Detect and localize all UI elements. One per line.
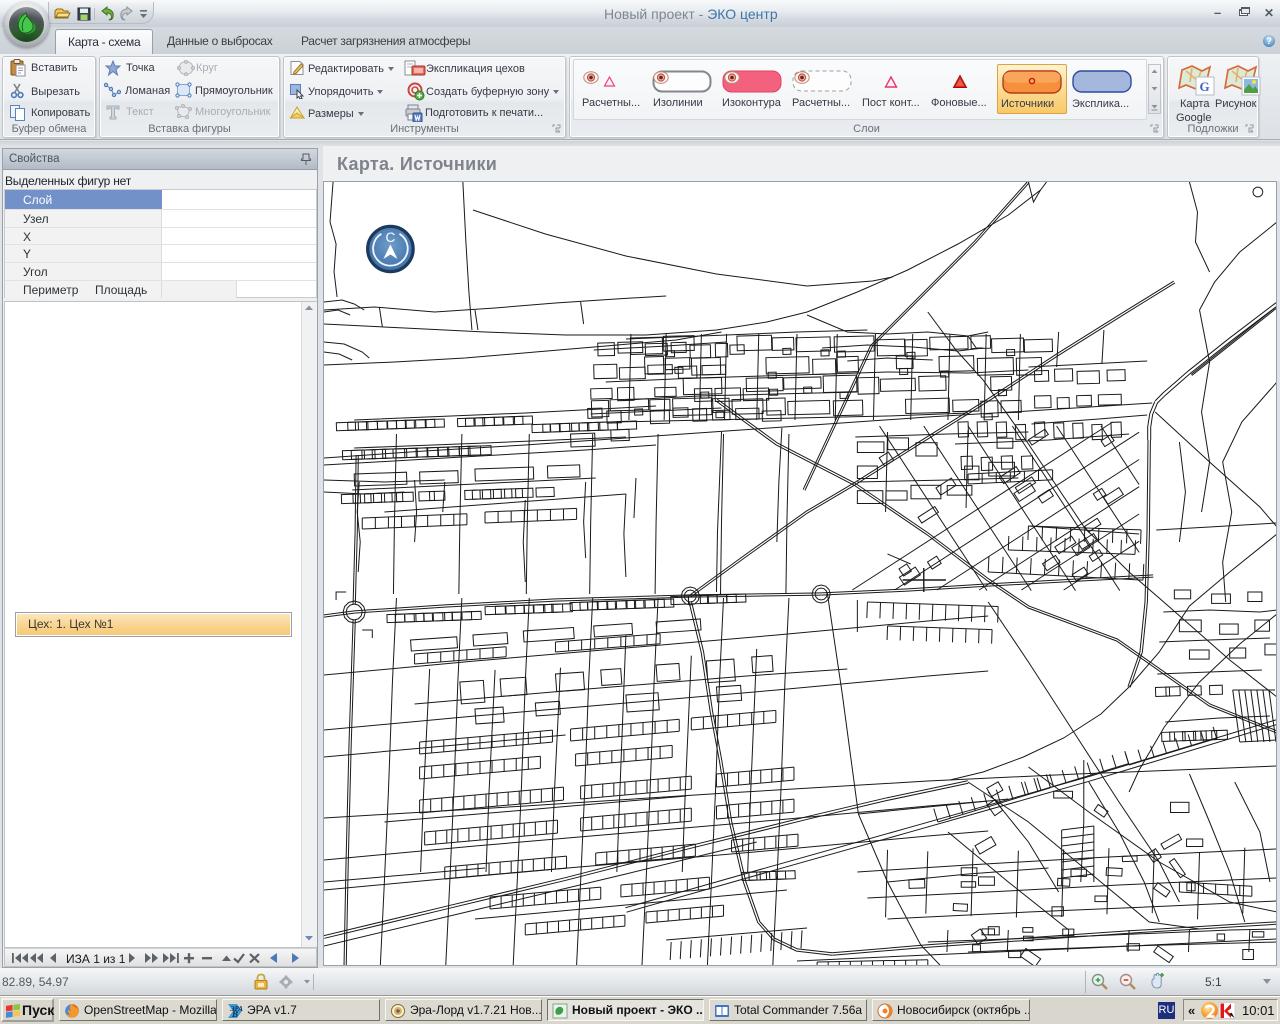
svg-text:G: G [1200, 79, 1210, 94]
svg-text:В: В [231, 1009, 238, 1019]
svg-text:С: С [386, 230, 396, 245]
